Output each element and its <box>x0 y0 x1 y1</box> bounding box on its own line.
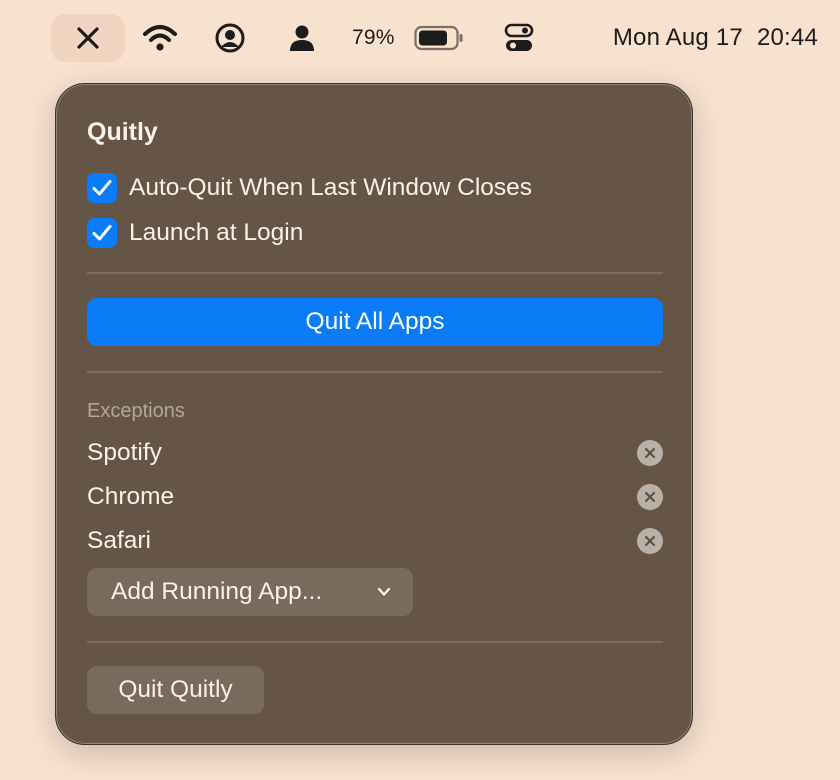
exceptions-heading: Exceptions <box>87 400 185 422</box>
remove-exception-button[interactable] <box>637 440 663 466</box>
quit-all-apps-button[interactable]: Quit All Apps <box>87 298 663 346</box>
remove-exception-button[interactable] <box>637 484 663 510</box>
exception-name: Safari <box>87 527 152 554</box>
remove-icon <box>644 535 656 547</box>
quitly-menubar-item[interactable] <box>51 14 125 62</box>
clock-menubar-item[interactable]: Mon Aug 17 20:44 <box>578 14 818 62</box>
user-circle-menubar-item[interactable] <box>212 14 248 62</box>
launch-at-login-checkbox[interactable] <box>87 218 117 248</box>
dropdown-label: Add Running App... <box>111 578 323 605</box>
auto-quit-label: Auto-Quit When Last Window Closes <box>129 174 533 201</box>
wifi-menubar-item[interactable] <box>140 14 180 62</box>
exception-row-chrome: Chrome <box>87 480 663 514</box>
quitly-popover: Quitly Auto-Quit When Last Window Closes… <box>55 83 693 745</box>
divider <box>87 272 663 274</box>
auto-quit-option[interactable]: Auto-Quit When Last Window Closes <box>87 172 532 204</box>
panel-title: Quitly <box>87 118 158 146</box>
battery-icon <box>414 25 463 51</box>
time-text: 20:44 <box>756 24 818 51</box>
exception-row-safari: Safari <box>87 524 663 558</box>
wifi-icon <box>143 25 177 51</box>
menu-bar: 79% Mon Aug 17 20:44 <box>0 0 840 78</box>
launch-at-login-option[interactable]: Launch at Login <box>87 217 303 249</box>
battery-percent: 79% <box>352 26 395 49</box>
divider <box>87 641 663 643</box>
launch-at-login-label: Launch at Login <box>129 219 304 246</box>
chevron-down-icon <box>377 587 391 596</box>
date-text: Mon Aug 17 <box>612 24 743 51</box>
remove-icon <box>644 447 656 459</box>
quit-quitly-button[interactable]: Quit Quitly <box>87 666 264 714</box>
exception-row-spotify: Spotify <box>87 436 663 470</box>
exception-name: Chrome <box>87 483 175 510</box>
checkmark-icon <box>92 180 112 196</box>
remove-icon <box>644 491 656 503</box>
add-running-app-dropdown[interactable]: Add Running App... <box>87 568 413 616</box>
control-center-icon <box>504 23 534 51</box>
checkmark-icon <box>92 225 112 241</box>
remove-exception-button[interactable] <box>637 528 663 554</box>
person-menubar-item[interactable] <box>284 14 320 62</box>
exception-name: Spotify <box>87 439 162 466</box>
divider <box>87 371 663 373</box>
control-center-menubar-item[interactable] <box>500 14 538 62</box>
auto-quit-checkbox[interactable] <box>87 173 117 203</box>
user-circle-icon <box>215 23 245 53</box>
person-icon <box>290 25 314 51</box>
battery-menubar-item[interactable]: 79% <box>352 14 464 62</box>
close-icon <box>77 27 99 49</box>
